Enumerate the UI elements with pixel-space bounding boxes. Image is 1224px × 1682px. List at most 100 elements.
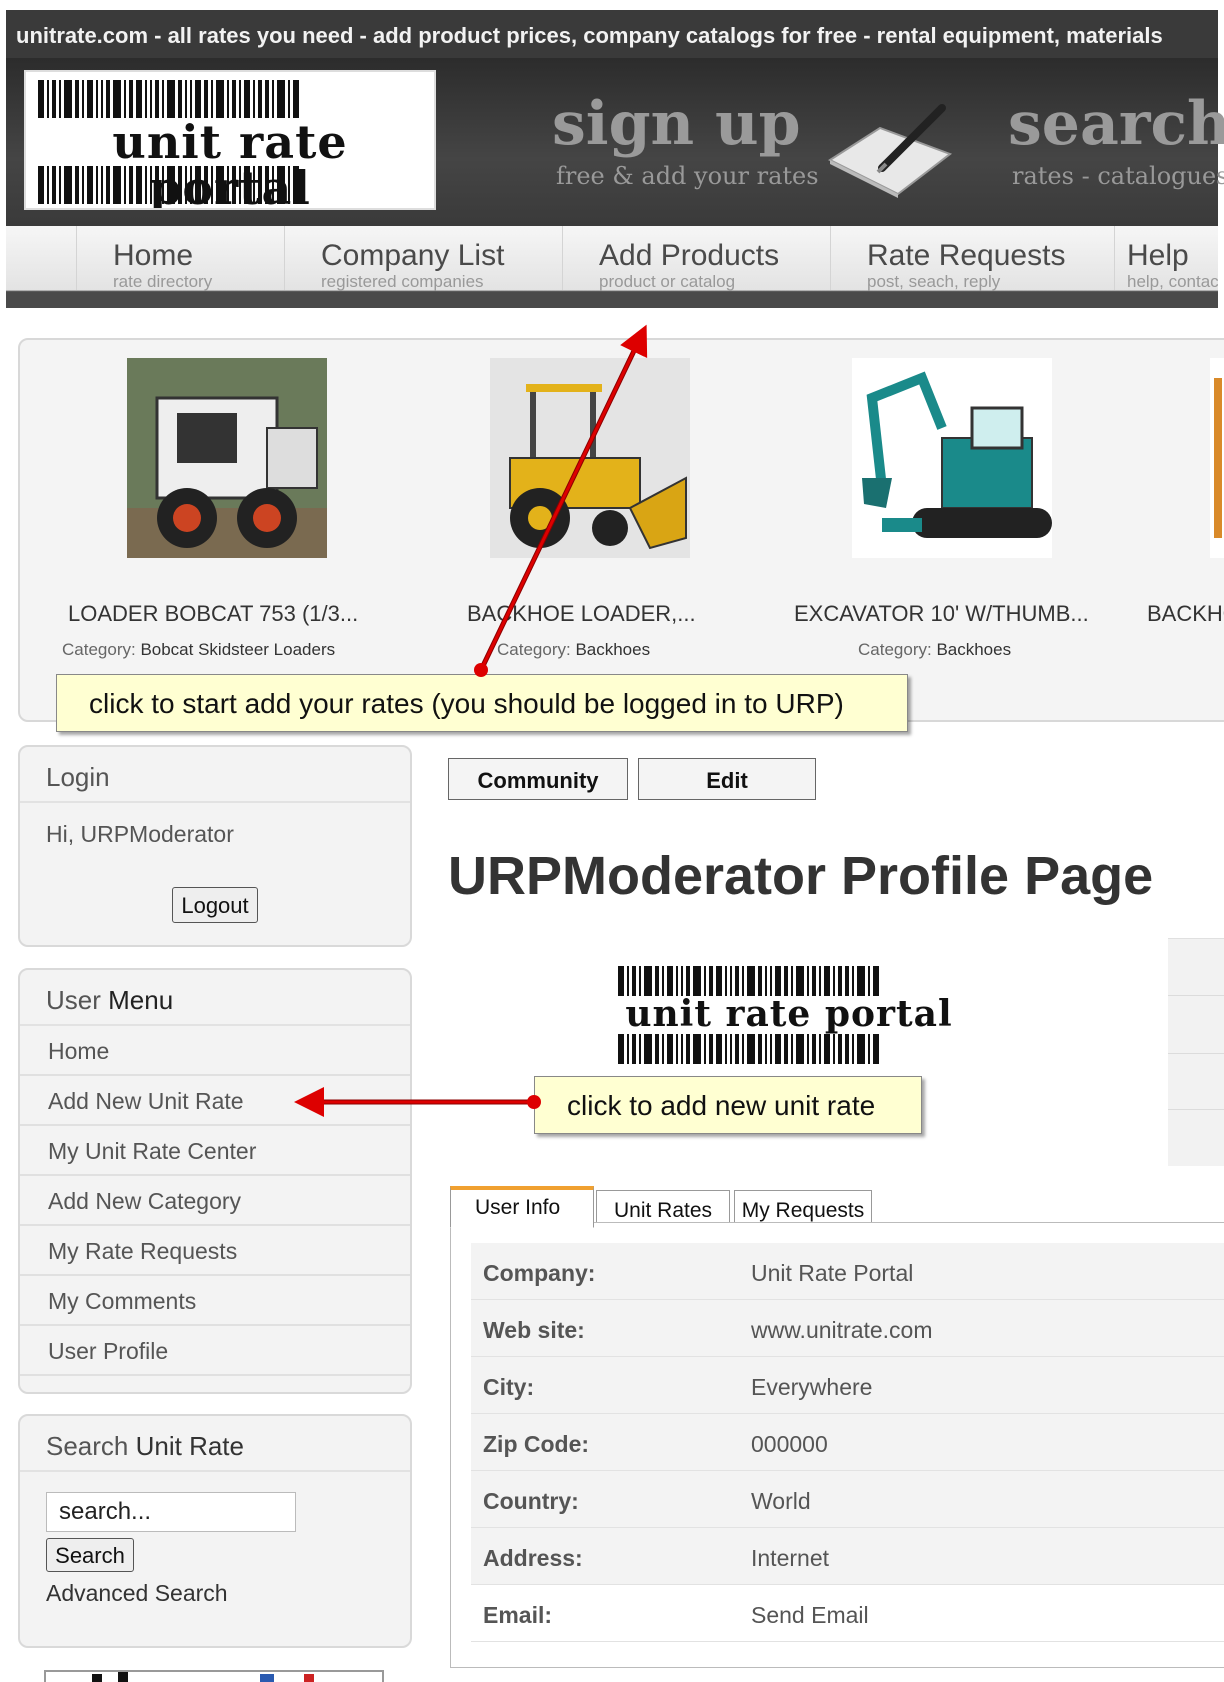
search-panel-title: Search Unit Rate <box>20 1416 410 1472</box>
nav-rate-requests-sub: post, seach, reply <box>867 272 1001 291</box>
info-key: Zip Code: <box>483 1431 590 1457</box>
category-value[interactable]: Bobcat Skidsteer Loaders <box>140 640 335 659</box>
user-menu-title: User Menu <box>20 970 410 1026</box>
search-promo-subtitle: rates - catalogues <box>1012 162 1224 190</box>
menu-item-user-profile[interactable]: User Profile <box>20 1326 410 1376</box>
category-value[interactable]: Backhoes <box>575 640 650 659</box>
login-panel: Login Hi, URPModerator Logout <box>18 745 412 947</box>
edit-button[interactable]: Edit <box>638 758 816 800</box>
info-key: Country: <box>483 1488 579 1514</box>
backhoe-image <box>1210 358 1224 558</box>
product-image-backhoe[interactable] <box>1210 358 1224 558</box>
info-key: Email: <box>483 1602 553 1628</box>
info-key: City: <box>483 1374 535 1400</box>
callout-add-rates: click to start add your rates (you shoul… <box>56 674 908 732</box>
sidebar-banner-logo <box>44 1670 384 1682</box>
menu-item-my-unit-rate-center[interactable]: My Unit Rate Center <box>20 1126 410 1176</box>
window-title-bar: unitrate.com - all rates you need - add … <box>6 10 1218 58</box>
product-title[interactable]: BACKHOE LOADER,... <box>467 601 696 627</box>
page-title: URPModerator Profile Page <box>448 846 1154 906</box>
backhoe-loader-image <box>490 358 690 558</box>
window-title: unitrate.com - all rates you need - add … <box>16 23 1163 48</box>
nav-add-products-label: Add Products <box>599 239 780 272</box>
category-label: Category: <box>62 640 136 659</box>
nav-home-label: Home <box>113 239 194 272</box>
info-row-company: Company: Unit Rate Portal <box>471 1243 1224 1300</box>
info-value: Internet <box>751 1545 829 1571</box>
info-value[interactable]: Send Email <box>751 1602 869 1629</box>
info-row-email: Email: Send Email <box>471 1585 1224 1642</box>
category-value[interactable]: Backhoes <box>936 640 1011 659</box>
info-row-country: Country: World <box>471 1471 1224 1528</box>
user-menu-title-a: User <box>46 985 109 1015</box>
info-key: Company: <box>483 1260 596 1286</box>
nav-add-products-sub: product or catalog <box>599 272 736 291</box>
nav-company-list-label: Company List <box>321 239 505 272</box>
info-value: 000000 <box>751 1431 828 1457</box>
menu-item-add-new-category[interactable]: Add New Category <box>20 1176 410 1226</box>
user-menu-title-b: Menu <box>108 985 174 1015</box>
category-label: Category: <box>858 640 932 659</box>
barcode-graphic <box>38 80 422 118</box>
main-nav: Home rate directory Company List registe… <box>6 226 1218 308</box>
search-title-b: Unit Rate <box>135 1431 244 1461</box>
product-image-skid-steer[interactable] <box>127 358 327 558</box>
info-value: Unit Rate Portal <box>751 1260 914 1286</box>
search-panel: Search Unit Rate Search Advanced Search <box>18 1414 412 1648</box>
product-title[interactable]: LOADER BOBCAT 753 (1/3... <box>68 601 358 627</box>
signup-title[interactable]: sign up <box>552 94 801 154</box>
mini-excavator-image <box>852 358 1052 558</box>
info-value[interactable]: www.unitrate.com <box>751 1317 933 1344</box>
user-info-panel: Company: Unit Rate Portal Web site: www.… <box>450 1222 1224 1668</box>
side-stats-box <box>1168 938 1224 1166</box>
menu-item-my-rate-requests[interactable]: My Rate Requests <box>20 1226 410 1276</box>
menu-item-add-new-unit-rate[interactable]: Add New Unit Rate <box>20 1076 410 1126</box>
avatar-logo-text: unit rate portal <box>625 993 953 1035</box>
skid-steer-loader-image <box>127 358 327 558</box>
product-title[interactable]: EXCAVATOR 10' W/THUMB... <box>794 601 1089 627</box>
info-row-city: City: Everywhere <box>471 1357 1224 1414</box>
product-category: Category: Backhoes <box>497 640 650 660</box>
info-value: Everywhere <box>751 1374 873 1400</box>
info-row-website: Web site: www.unitrate.com <box>471 1300 1224 1357</box>
nav-rate-requests[interactable]: Rate Requests post, seach, reply <box>830 226 1114 291</box>
site-logo[interactable]: unit rate portal <box>24 70 436 210</box>
menu-item-home[interactable]: Home <box>20 1026 410 1076</box>
info-key: Address: <box>483 1545 583 1571</box>
community-button[interactable]: Community <box>448 758 628 800</box>
login-greeting: Hi, URPModerator <box>46 821 234 847</box>
nav-add-products[interactable]: Add Products product or catalog <box>562 226 830 291</box>
search-promo-title[interactable]: search <box>1008 94 1224 154</box>
search-button[interactable]: Search <box>46 1538 134 1572</box>
product-image-mini-excavator[interactable] <box>852 358 1052 558</box>
header-banner: unit rate portal sign up free & add your… <box>6 58 1224 226</box>
info-row-zip: Zip Code: 000000 <box>471 1414 1224 1471</box>
nav-company-list-sub: registered companies <box>321 272 484 291</box>
signup-subtitle: free & add your rates <box>556 162 819 190</box>
nav-home-sub: rate directory <box>113 272 213 291</box>
product-category: Category: Bobcat Skidsteer Loaders <box>62 640 335 660</box>
menu-item-my-comments[interactable]: My Comments <box>20 1276 410 1326</box>
nav-help[interactable]: Help help, contact <box>1114 226 1218 290</box>
category-label: Category: <box>497 640 571 659</box>
product-image-backhoe-loader[interactable] <box>490 358 690 558</box>
advanced-search-link[interactable]: Advanced Search <box>46 1580 228 1607</box>
info-key: Web site: <box>483 1317 585 1343</box>
nav-home[interactable]: Home rate directory <box>76 226 284 291</box>
barcode-graphic <box>618 1034 952 1064</box>
pencil-notepad-icon <box>827 104 953 198</box>
user-menu-panel: User Menu Home Add New Unit Rate My Unit… <box>18 968 412 1394</box>
avatar: unit rate portal <box>596 950 982 1070</box>
nav-rate-requests-label: Rate Requests <box>867 239 1066 272</box>
product-title[interactable]: BACKHOE... <box>1147 601 1224 627</box>
nav-help-sub: help, contact <box>1127 272 1218 290</box>
search-title-a: Search <box>46 1431 136 1461</box>
login-panel-title: Login <box>20 747 410 803</box>
tab-user-info[interactable]: User Info <box>450 1186 594 1228</box>
nav-company-list[interactable]: Company List registered companies <box>284 226 562 291</box>
barcode-graphic <box>618 966 952 996</box>
search-input[interactable] <box>46 1492 296 1532</box>
info-row-address: Address: Internet <box>471 1528 1224 1585</box>
callout-add-unit-rate: click to add new unit rate <box>534 1076 922 1134</box>
logout-button[interactable]: Logout <box>172 887 258 923</box>
